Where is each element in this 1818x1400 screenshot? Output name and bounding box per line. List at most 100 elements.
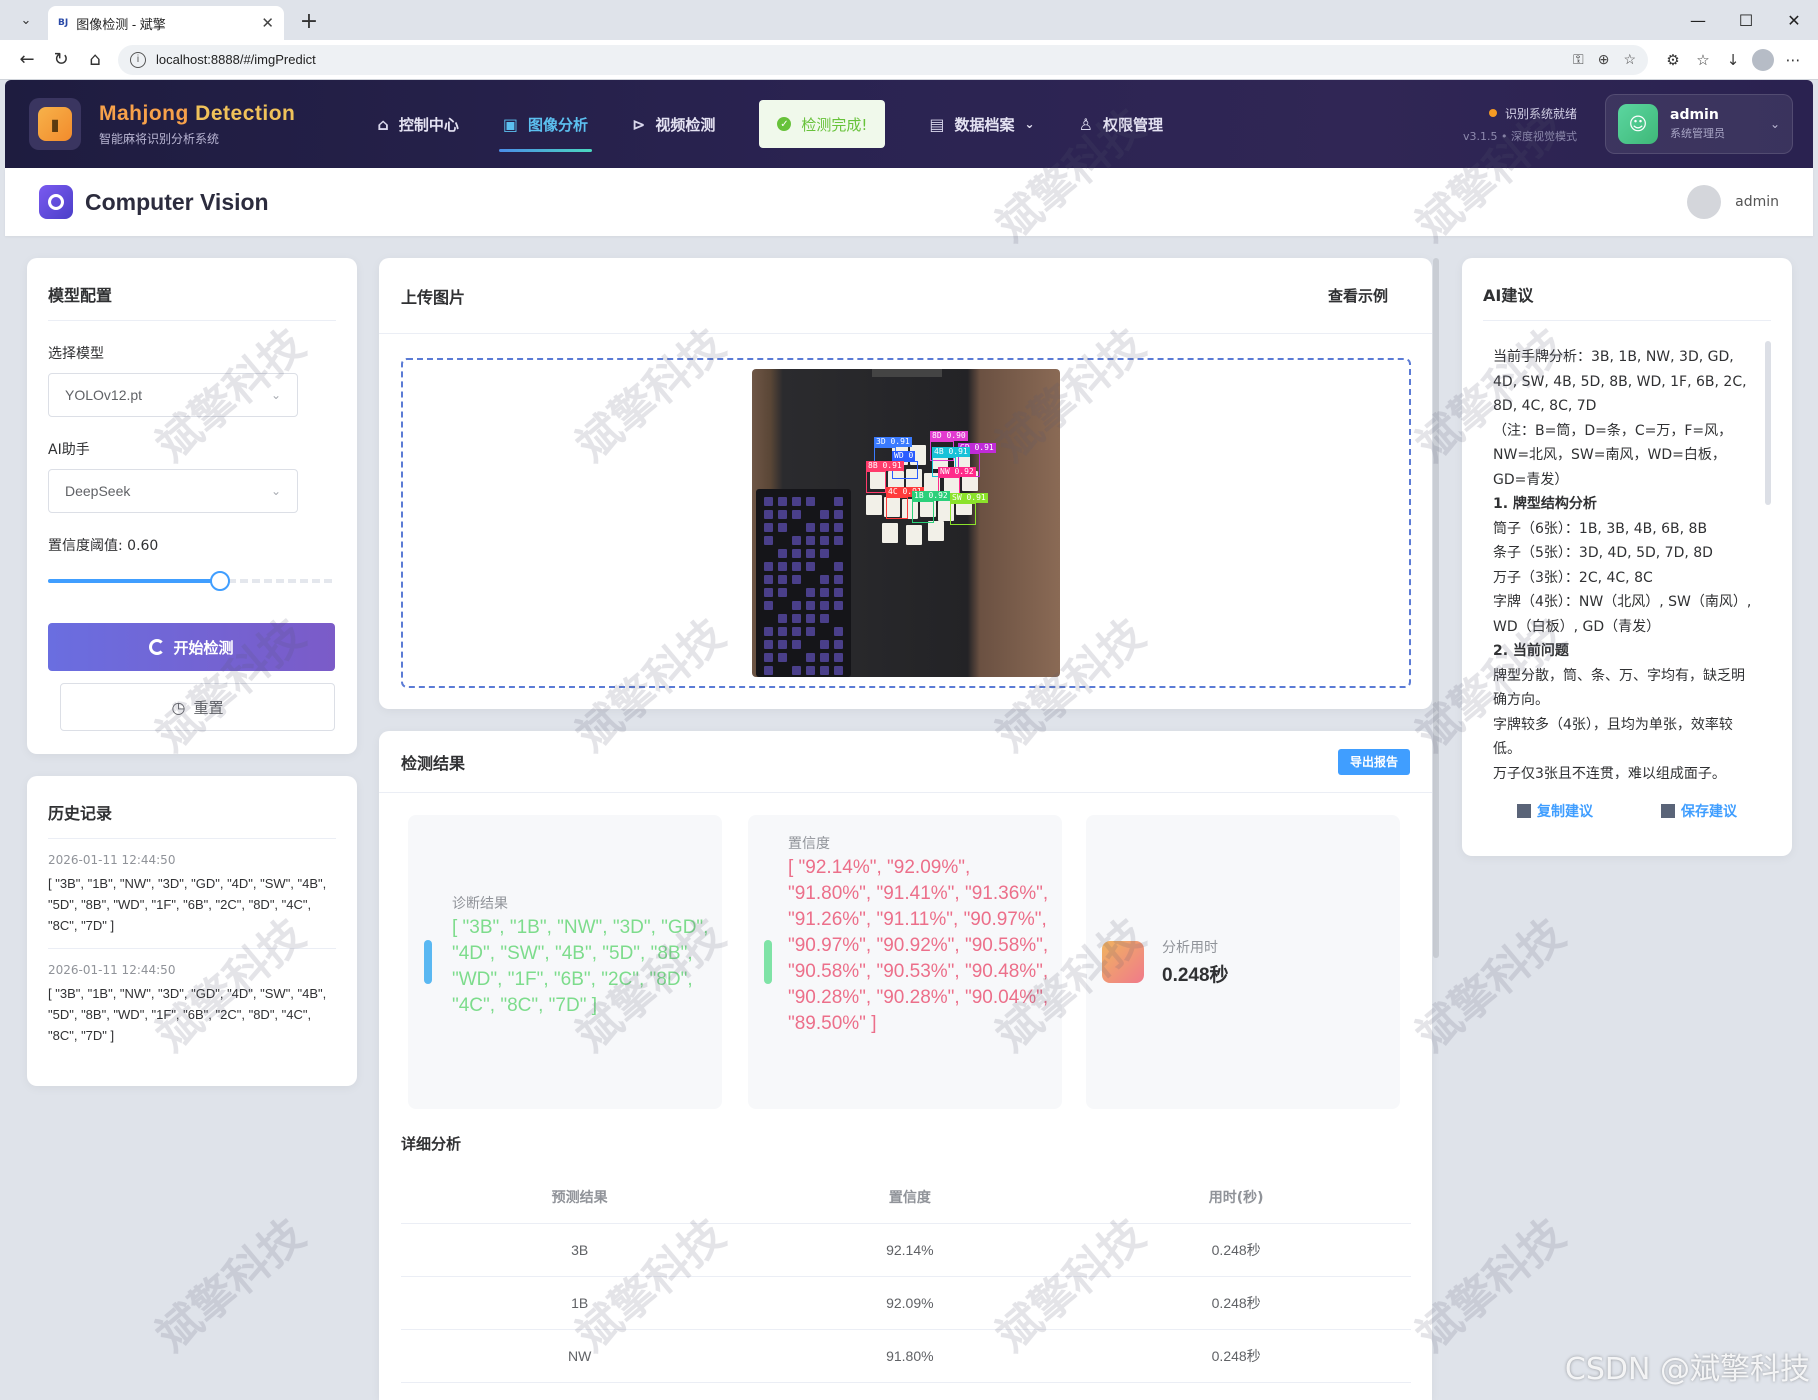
history-item[interactable]: 2026-01-11 12:44:50 [ "3B", "1B", "NW", … xyxy=(48,839,336,949)
version-text: v3.1.5 • 深度视觉模式 xyxy=(1463,129,1577,143)
table-row[interactable]: NW 91.80% 0.248秒 xyxy=(401,1329,1411,1383)
extensions-icon[interactable]: ⚙ xyxy=(1658,45,1688,75)
download-icon[interactable]: ↓ xyxy=(1718,45,1748,75)
ai-heading: 2. 当前问题 xyxy=(1493,643,1569,659)
home-icon: ⌂ xyxy=(377,114,389,134)
table-row[interactable]: 1B 92.09% 0.248秒 xyxy=(401,1276,1411,1330)
site-info-icon[interactable]: i xyxy=(130,51,146,68)
ai-assistant-select[interactable]: DeepSeek ⌄ xyxy=(48,469,298,513)
status-dot-icon xyxy=(1488,109,1497,117)
ai-paragraph: 万子（3张）：2C, 4C, 8C xyxy=(1493,569,1653,586)
diagnosis-label: 诊断结果 xyxy=(452,896,508,912)
history-item[interactable]: 2026-01-11 12:44:50 [ "3B", "1B", "NW", … xyxy=(48,949,336,1058)
detection-label: 8D 0.90 xyxy=(930,431,968,441)
detection-label: 8B 0.91 xyxy=(866,461,904,471)
minimize-icon[interactable]: — xyxy=(1674,0,1722,40)
browser-tab[interactable]: BJ 图像检测 - 斌擎 ✕ xyxy=(48,6,284,40)
brand-subtitle: 智能麻将识别分析系统 xyxy=(99,131,220,146)
profile-icon[interactable] xyxy=(1748,45,1778,75)
nav-item-control-center[interactable]: ⌂ 控制中心 xyxy=(355,80,480,168)
time-value: 0.248秒 xyxy=(1162,965,1229,986)
ai-paragraph: 牌型分散，筒、条、万、字均有，缺乏明确方向。 xyxy=(1493,667,1745,709)
new-tab-icon[interactable]: + xyxy=(294,6,324,36)
view-example-link[interactable]: 查看示例 xyxy=(1328,285,1388,306)
page-scrollbar[interactable] xyxy=(1433,258,1439,958)
maximize-icon[interactable]: ☐ xyxy=(1722,0,1770,40)
confidence-slider[interactable] xyxy=(48,571,335,591)
user-name: admin xyxy=(1670,107,1719,123)
cell-label: 1B xyxy=(401,1276,759,1330)
user-icon: ♙ xyxy=(1078,114,1093,134)
column-header[interactable]: 预测结果 xyxy=(401,1171,759,1224)
cell-time: 0.248秒 xyxy=(1061,1329,1411,1383)
favorites-icon[interactable]: ☆ xyxy=(1688,45,1718,75)
ai-paragraph: 字牌较多（4张），且均为单张，效率较低。 xyxy=(1493,716,1733,758)
accent-bar xyxy=(764,940,772,984)
column-header[interactable]: 置信度 xyxy=(758,1171,1062,1224)
status-text: 识别系统就绪 xyxy=(1504,106,1577,121)
detection-label: 4B 0.91 xyxy=(932,447,970,457)
detection-label: WD 0 xyxy=(892,451,916,461)
zoom-icon[interactable]: ⊕ xyxy=(1598,51,1610,68)
key-icon[interactable]: ⚿ xyxy=(1573,51,1584,68)
export-report-button[interactable]: 导出报告 xyxy=(1337,748,1410,775)
confidence-stat-value: [ "92.14%", "92.09%", "91.80%", "91.41%"… xyxy=(788,857,1049,1034)
detection-box: 4C 0.91 xyxy=(886,487,924,519)
tab-title: 图像检测 - 斌擎 xyxy=(76,16,166,32)
url-input[interactable]: i localhost:8888/#/imgPredict ⚿ ⊕ ☆ xyxy=(118,44,1648,75)
subheader-user[interactable]: admin xyxy=(1687,185,1779,219)
chevron-down-icon: ⌄ xyxy=(1024,117,1035,131)
start-detection-button[interactable]: 开始检测 xyxy=(48,623,335,671)
nav-item-permissions[interactable]: ♙ 权限管理 xyxy=(1057,80,1185,168)
back-icon[interactable]: ← xyxy=(10,45,44,75)
reload-icon[interactable]: ↻ xyxy=(44,45,78,75)
reset-button[interactable]: ◷ 重置 xyxy=(60,683,335,731)
chevron-down-icon: ⌄ xyxy=(270,388,281,402)
save-icon xyxy=(1661,804,1675,818)
confidence-stat: 置信度 [ "92.14%", "92.09%", "91.80%", "91.… xyxy=(748,815,1062,1109)
detection-label: 1B 0.92 xyxy=(912,491,950,501)
tab-list-dropdown-icon[interactable]: ⌄ xyxy=(12,6,40,34)
document-icon: ▤ xyxy=(929,114,945,134)
close-window-icon[interactable]: ✕ xyxy=(1770,0,1818,40)
cell-confidence: 92.09% xyxy=(758,1276,1062,1330)
table-row[interactable]: 3B 92.14% 0.248秒 xyxy=(401,1223,1411,1277)
nav-item-video-detection[interactable]: ⊳ 视频检测 xyxy=(610,80,737,168)
user-menu[interactable]: ☺ admin 系统管理员 ⌄ xyxy=(1605,94,1793,154)
ai-scrollbar[interactable] xyxy=(1765,341,1771,505)
detail-title: 详细分析 xyxy=(401,1135,462,1153)
history-text: [ "3B", "1B", "NW", "3D", "GD", "4D", "S… xyxy=(48,986,327,1043)
ai-paragraph: 字牌（4张）：NW（北风）, SW（南风）, WD（白板）, GD（青发） xyxy=(1493,594,1752,635)
avatar-icon: ☺ xyxy=(1618,104,1658,144)
favorite-star-icon[interactable]: ☆ xyxy=(1623,51,1636,68)
ai-title: AI建议 xyxy=(1483,282,1771,321)
browser-tabstrip: ⌄ BJ 图像检测 - 斌擎 ✕ + — ☐ ✕ xyxy=(0,0,1818,40)
model-label: 选择模型 xyxy=(48,346,104,362)
app-logo[interactable]: ▮ xyxy=(29,98,81,150)
diagnosis-stat: 诊断结果 [ "3B", "1B", "NW", "3D", "GD", "4D… xyxy=(408,815,722,1109)
save-suggestion-button[interactable]: 保存建议 xyxy=(1661,801,1737,821)
more-menu-icon[interactable]: ⋯ xyxy=(1778,45,1808,75)
ai-suggestion-text[interactable]: 当前手牌分析：3B, 1B, NW, 3D, GD, 4D, SW, 4B, 5… xyxy=(1483,335,1771,779)
ai-paragraph: （注：B=筒，D=条，C=万，F=风，NW=北风，SW=南风，WD=白板，GD=… xyxy=(1493,422,1733,488)
slider-handle[interactable] xyxy=(210,571,231,591)
nav-item-image-analysis[interactable]: ▣ 图像分析 xyxy=(481,80,610,168)
nav-item-data-archive[interactable]: ▤ 数据档案 ⌄ xyxy=(907,80,1056,168)
model-select[interactable]: YOLOv12.pt ⌄ xyxy=(48,373,298,417)
time-label: 分析用时 xyxy=(1162,940,1218,956)
main-nav: ⌂ 控制中心 ▣ 图像分析 ⊳ 视频检测 xyxy=(355,80,737,168)
computer-vision-icon xyxy=(39,185,73,219)
column-header[interactable]: 用时(秒) xyxy=(1061,1171,1411,1224)
page-title: Computer Vision xyxy=(85,188,269,215)
upload-card: 上传图片 查看示例 3D 0.91 8D 0.90 GD 0.91 WD 0 4B 0.… xyxy=(379,258,1432,709)
brand: Mahjong Detection 智能麻将识别分析系统 xyxy=(99,102,295,147)
play-icon: ⊳ xyxy=(631,114,646,134)
image-dropzone[interactable]: 3D 0.91 8D 0.90 GD 0.91 WD 0 4B 0.91 8B 0.91 N… xyxy=(401,358,1411,688)
ai-heading: 1. 牌型结构分析 xyxy=(1493,496,1597,512)
close-tab-icon[interactable]: ✕ xyxy=(261,14,274,32)
copy-suggestion-button[interactable]: 复制建议 xyxy=(1517,801,1593,821)
check-circle-icon: ✓ xyxy=(777,117,792,131)
ai-assistant-label: AI助手 xyxy=(48,442,90,458)
uploaded-image: 3D 0.91 8D 0.90 GD 0.91 WD 0 4B 0.91 8B 0.91 N… xyxy=(752,369,1060,677)
home-browser-icon[interactable]: ⌂ xyxy=(78,45,112,75)
